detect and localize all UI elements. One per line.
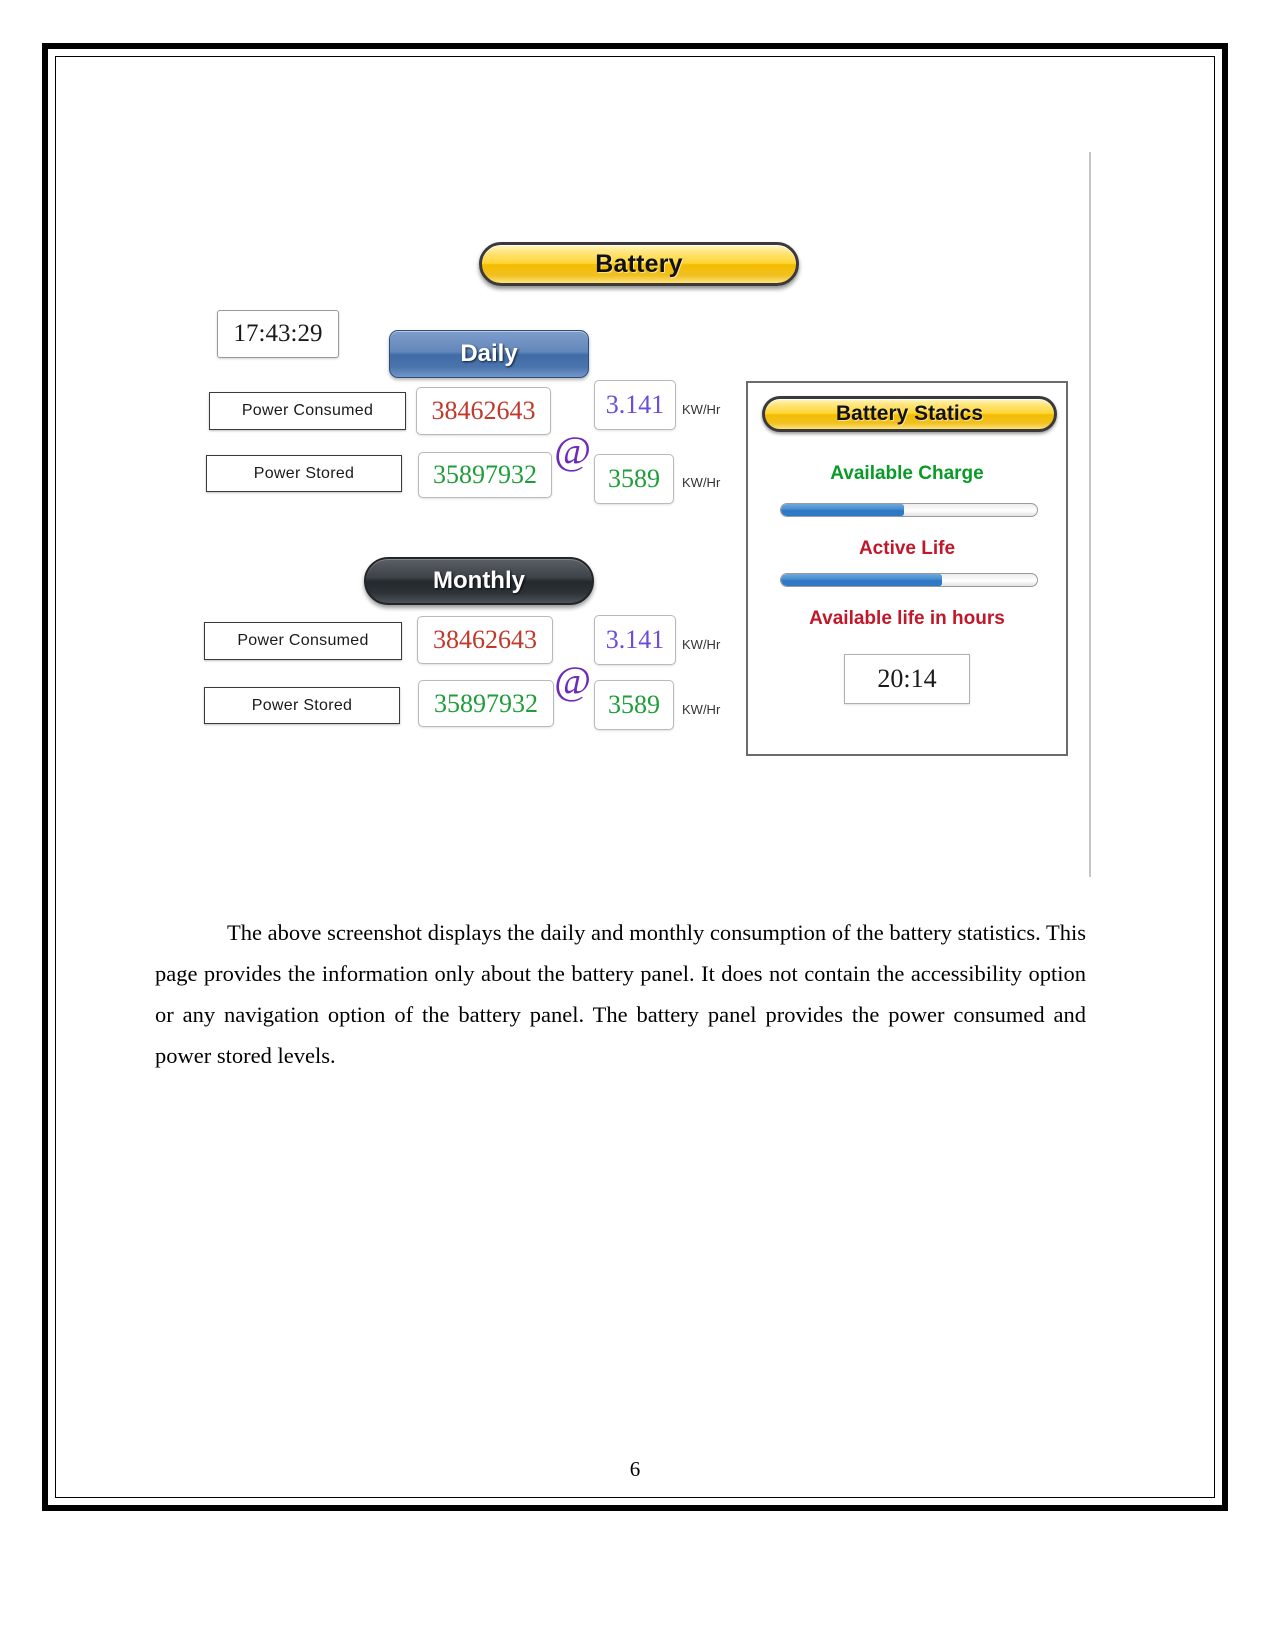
available-charge-fill <box>781 504 904 516</box>
available-charge-progressbar[interactable] <box>780 503 1038 517</box>
daily-power-consumed-unit: KW/Hr <box>682 402 721 417</box>
rate-text: 3.141 <box>605 625 665 654</box>
available-life-label: Available life in hours <box>809 608 1005 629</box>
label-text: Power Stored <box>251 696 353 714</box>
active-life-fill <box>781 574 943 586</box>
daily-power-consumed-label: Power Consumed <box>209 392 406 430</box>
active-life-label: Active Life <box>858 538 956 559</box>
monthly-power-stored-value: 35897932 <box>418 680 554 727</box>
battery-title-button[interactable]: Battery <box>479 242 799 286</box>
rate-text: 3.141 <box>605 390 665 419</box>
at-symbol-monthly: @ <box>554 658 591 703</box>
tab-daily-label: Daily <box>460 340 518 367</box>
clock-display: 17:43:29 <box>217 310 339 358</box>
available-life-value: 20:14 <box>877 664 937 693</box>
tab-monthly[interactable]: Monthly <box>364 557 594 605</box>
monthly-power-consumed-rate: 3.141 <box>594 615 676 665</box>
tab-daily[interactable]: Daily <box>389 330 589 378</box>
daily-power-consumed-rate: 3.141 <box>594 380 676 430</box>
monthly-power-consumed-label: Power Consumed <box>204 622 402 660</box>
at-symbol-daily: @ <box>554 428 591 473</box>
daily-power-stored-label: Power Stored <box>206 455 402 492</box>
page-number: 6 <box>629 1457 641 1481</box>
available-charge-label: Available Charge <box>830 463 984 484</box>
value-text: 35897932 <box>434 688 538 718</box>
active-life-progressbar[interactable] <box>780 573 1038 587</box>
value-text: 38462643 <box>433 625 537 654</box>
label-text: Power Consumed <box>237 632 369 649</box>
daily-power-stored-rate: 3589 <box>594 454 674 504</box>
available-life-value-box: 20:14 <box>844 654 970 704</box>
daily-power-stored-unit: KW/Hr <box>682 475 721 490</box>
monthly-power-stored-label: Power Stored <box>204 687 400 724</box>
body-paragraph: The above screenshot displays the daily … <box>155 919 1086 1068</box>
document-page-frame: Battery 17:43:29 Daily Power Consumed 38… <box>42 43 1228 1511</box>
figure-right-divider <box>1089 152 1091 877</box>
rate-text: 3589 <box>608 690 660 719</box>
document-page-inner-border: Battery 17:43:29 Daily Power Consumed 38… <box>55 56 1215 1498</box>
battery-title-label: Battery <box>595 249 683 278</box>
battery-statics-title-button[interactable]: Battery Statics <box>762 396 1057 432</box>
battery-statics-title-label: Battery Statics <box>835 402 984 425</box>
daily-power-stored-value: 35897932 <box>418 452 552 498</box>
value-text: 38462643 <box>431 396 536 425</box>
monthly-power-stored-unit: KW/Hr <box>682 702 721 717</box>
tab-monthly-label: Monthly <box>433 567 525 594</box>
daily-power-consumed-value: 38462643 <box>416 387 551 435</box>
rate-text: 3589 <box>608 464 660 493</box>
label-text: Power Consumed <box>241 402 374 419</box>
value-text: 35897932 <box>433 460 537 489</box>
embedded-screenshot-figure: Battery 17:43:29 Daily Power Consumed 38… <box>154 152 1150 877</box>
monthly-power-stored-rate: 3589 <box>594 680 674 730</box>
monthly-power-consumed-unit: KW/Hr <box>682 637 721 652</box>
battery-statics-panel: Battery Statics Available Charge Active … <box>746 381 1068 756</box>
clock-value: 17:43:29 <box>233 320 323 347</box>
label-text: Power Stored <box>253 464 355 482</box>
monthly-power-consumed-value: 38462643 <box>417 616 553 664</box>
